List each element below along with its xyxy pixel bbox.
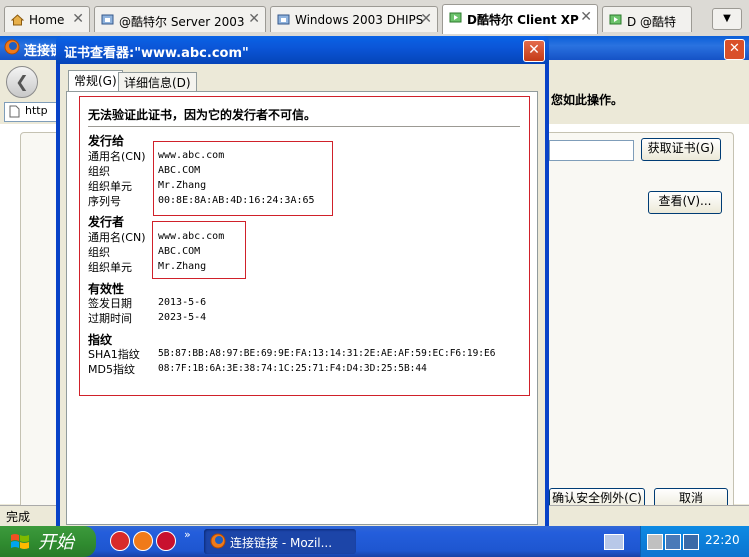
location-input[interactable] bbox=[549, 140, 634, 161]
page-icon bbox=[9, 105, 20, 118]
play-vm-icon bbox=[609, 14, 622, 25]
clock[interactable]: 22:20 bbox=[705, 533, 740, 547]
quicklaunch-expand-icon[interactable]: » bbox=[184, 528, 191, 541]
tab-general[interactable]: 常规(G) bbox=[68, 70, 123, 92]
get-certificate-button[interactable]: 获取证书(G) bbox=[641, 138, 721, 161]
play-vm-icon bbox=[449, 12, 462, 23]
field-label: 序列号 bbox=[88, 195, 121, 208]
taskbar-window-button[interactable]: 连接链接 - Mozil... bbox=[204, 529, 356, 554]
system-tray: 22:20 bbox=[640, 526, 749, 557]
field-label: 组织 bbox=[88, 165, 110, 178]
section-heading: 发行者 bbox=[88, 215, 125, 229]
field-label: 过期时间 bbox=[88, 312, 132, 325]
annotation-box bbox=[153, 141, 333, 216]
blank-overlay bbox=[267, 256, 509, 316]
vm-tab-label: @酷特尔 Server 2003 bbox=[119, 15, 245, 29]
field-label: 组织 bbox=[88, 246, 110, 259]
volume-icon[interactable] bbox=[683, 534, 699, 550]
field-label: 组织单元 bbox=[88, 261, 132, 274]
vm-tab-partial[interactable]: D @酷特 bbox=[602, 6, 692, 32]
vm-tab-label: Windows 2003 DHIPS bbox=[295, 13, 424, 27]
field-value: 08:7F:1B:6A:3E:38:74:1C:25:71:F4:D4:3D:2… bbox=[158, 363, 427, 374]
field-label: SHA1指纹 bbox=[88, 348, 140, 361]
close-icon[interactable]: ✕ bbox=[420, 11, 432, 27]
status-text: 完成 bbox=[6, 510, 31, 524]
divider bbox=[88, 126, 520, 127]
firefox-quicklaunch-icon[interactable] bbox=[133, 531, 153, 551]
start-button[interactable]: 开始 bbox=[0, 526, 96, 557]
shield-icon[interactable] bbox=[647, 534, 663, 550]
vm-tab-home[interactable]: Home ✕ bbox=[4, 6, 90, 32]
field-value: 5B:87:BB:A8:97:BE:69:9E:FA:13:14:31:2E:A… bbox=[158, 348, 496, 359]
field-label: MD5指纹 bbox=[88, 363, 135, 376]
vm-tab-label: D @酷特 bbox=[627, 15, 677, 29]
exception-notice-text: 您如此操作。 bbox=[551, 93, 624, 107]
annotation-box bbox=[152, 221, 246, 279]
section-heading: 发行给 bbox=[88, 134, 125, 148]
network-icon[interactable] bbox=[665, 534, 681, 550]
close-window-icon[interactable]: ✕ bbox=[724, 39, 745, 60]
field-value: 2023-5-4 bbox=[158, 312, 207, 323]
firefox-icon bbox=[4, 39, 20, 55]
close-icon[interactable]: ✕ bbox=[580, 9, 592, 25]
vm-tab-client-xp[interactable]: D酷特尔 Client XP ✕ bbox=[442, 4, 598, 34]
vm-tab-windows-2003-dhips[interactable]: Windows 2003 DHIPS ✕ bbox=[270, 6, 438, 32]
vm-tab-server-2003[interactable]: @酷特尔 Server 2003 ✕ bbox=[94, 6, 266, 32]
vm-icon bbox=[101, 14, 114, 25]
windows-logo-icon bbox=[11, 534, 29, 549]
untrusted-warning: 无法验证此证书，因为它的发行者不可信。 bbox=[88, 108, 317, 122]
close-icon[interactable]: ✕ bbox=[523, 40, 545, 62]
vm-tab-label: Home bbox=[29, 13, 65, 27]
field-label: 通用名(CN) bbox=[88, 231, 146, 244]
back-arrow-icon[interactable]: ❮ bbox=[6, 66, 38, 98]
keyboard-icon[interactable] bbox=[604, 534, 624, 550]
field-value: 2013-5-6 bbox=[158, 297, 207, 308]
firefox-icon bbox=[210, 533, 226, 549]
home-icon bbox=[11, 14, 24, 26]
quicklaunch-app-icon[interactable] bbox=[110, 531, 130, 551]
start-label: 开始 bbox=[38, 532, 74, 553]
field-label: 通用名(CN) bbox=[88, 150, 146, 163]
tab-details[interactable]: 详细信息(D) bbox=[118, 72, 197, 91]
field-label: 组织单元 bbox=[88, 180, 132, 193]
close-icon[interactable]: ✕ bbox=[248, 11, 260, 27]
close-icon[interactable]: ✕ bbox=[72, 11, 84, 27]
view-certificate-button[interactable]: 查看(V)... bbox=[648, 191, 722, 214]
vm-tab-label: D酷特尔 Client XP bbox=[467, 13, 579, 27]
field-label: 签发日期 bbox=[88, 297, 132, 310]
dialog-title-bar: 证书查看器:"www.abc.com" bbox=[56, 36, 549, 64]
dialog-title: 证书查看器:"www.abc.com" bbox=[64, 46, 249, 61]
tab-list-button[interactable]: ▼ bbox=[712, 8, 742, 30]
opera-quicklaunch-icon[interactable] bbox=[156, 531, 176, 551]
vm-icon bbox=[277, 14, 290, 25]
